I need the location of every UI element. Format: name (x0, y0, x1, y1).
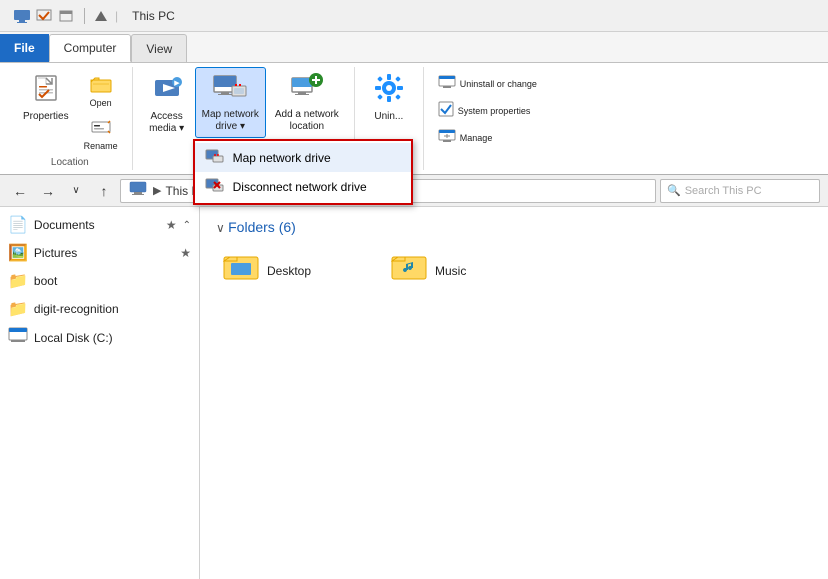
monitor-quick-icon[interactable] (12, 6, 32, 26)
desktop-folder-label: Desktop (267, 264, 311, 278)
properties-button[interactable]: Properties (16, 67, 76, 155)
map-drive-menu-icon (205, 148, 225, 167)
tab-view[interactable]: View (131, 34, 187, 62)
tab-computer[interactable]: Computer (49, 34, 132, 62)
system-info-icon (438, 101, 454, 120)
sidebar-item-local-disk[interactable]: Local Disk (C:) (0, 323, 199, 352)
music-folder-icon (391, 252, 427, 289)
window-title: This PC (132, 9, 175, 23)
ribbon-tabs: File Computer View (0, 32, 828, 62)
down-button[interactable]: ∨ (64, 179, 88, 203)
add-network-label: Add a networklocation (275, 109, 339, 133)
search-icon: 🔍 (667, 184, 681, 197)
access-media-icon: ▶ (151, 72, 183, 109)
documents-expand: ⌃ (183, 220, 191, 231)
tab-file[interactable]: File (0, 34, 49, 62)
title-bar-icons (8, 6, 109, 26)
map-network-drive-button[interactable]: Map networkdrive ▾ (195, 67, 266, 138)
nav-bar: ← → ∨ ↑ ▶ This PC ▶ 🔍 Search This PC (0, 175, 828, 207)
map-drive-icon (212, 72, 248, 107)
uninstall-icon (438, 75, 456, 92)
ribbon: File Computer View (0, 32, 828, 63)
main-area: 📄 Documents ★ ⌃ 🖼️ Pictures ★ 📁 boot 📁 d… (0, 207, 828, 579)
address-monitor-icon (129, 181, 147, 200)
disconnect-icon (205, 177, 225, 196)
add-network-icon (290, 72, 324, 107)
settings-label: Unin... (374, 111, 403, 123)
open-settings-button[interactable]: Unin... (363, 67, 415, 128)
location-group-label: Location (16, 155, 124, 170)
uninstall-button[interactable]: Uninstall or change (432, 71, 543, 96)
sidebar-item-documents[interactable]: 📄 Documents ★ ⌃ (0, 211, 199, 239)
properties-icon (30, 72, 62, 109)
documents-pin: ★ (166, 218, 177, 232)
open-label: Open (90, 98, 112, 108)
properties-label: Properties (23, 111, 69, 123)
desktop-folder-icon (223, 252, 259, 289)
local-disk-icon (8, 327, 28, 348)
title-bar-separator2: | (115, 9, 118, 23)
open-button[interactable]: Open (78, 71, 124, 112)
map-drive-dropdown: Map network drive Disconnect network dri… (193, 139, 413, 205)
rename-label: Rename (84, 141, 118, 151)
check-quick-icon[interactable] (34, 6, 54, 26)
music-folder-label: Music (435, 264, 466, 278)
title-bar: | This PC (0, 0, 828, 32)
folder-music[interactable]: Music (384, 247, 544, 294)
up-button[interactable]: ↑ (92, 179, 116, 203)
sidebar-item-boot[interactable]: 📁 boot (0, 267, 199, 295)
disconnect-network-drive-item[interactable]: Disconnect network drive (195, 172, 411, 201)
map-drive-label: Map networkdrive ▾ (202, 109, 259, 133)
ribbon-content: Properties Open (0, 63, 828, 175)
digit-icon: 📁 (8, 299, 28, 319)
disconnect-menu-label: Disconnect network drive (233, 180, 367, 194)
sidebar-item-pictures[interactable]: 🖼️ Pictures ★ (0, 239, 199, 267)
content-pane: ∨ Folders (6) Desktop (200, 207, 828, 579)
address-separator: ▶ (153, 184, 161, 197)
pictures-pin: ★ (180, 246, 191, 260)
ribbon-group-location: Properties Open (8, 67, 133, 170)
folder-desktop[interactable]: Desktop (216, 247, 376, 294)
ribbon-group-network: ▶ Accessmedia ▾ (133, 67, 355, 170)
manage-button[interactable]: Manage (432, 125, 543, 150)
map-drive-menu-label: Map network drive (233, 151, 331, 165)
map-network-drive-item[interactable]: Map network drive (195, 143, 411, 172)
folders-section-title: ∨ Folders (6) (216, 219, 812, 235)
svg-text:▶: ▶ (174, 80, 180, 87)
customize-icon[interactable] (93, 9, 109, 23)
system-info-button[interactable]: System properties (432, 97, 543, 124)
search-box[interactable]: 🔍 Search This PC (660, 179, 820, 203)
settings-icon (373, 72, 405, 109)
back-button[interactable]: ← (8, 179, 32, 203)
add-network-location-button[interactable]: Add a networklocation (268, 67, 346, 138)
system-info-label: System properties (458, 106, 531, 116)
title-separator (84, 8, 85, 24)
rename-button[interactable]: Rename (78, 114, 124, 155)
manage-label: Manage (460, 133, 493, 143)
sidebar: 📄 Documents ★ ⌃ 🖼️ Pictures ★ 📁 boot 📁 d… (0, 207, 200, 579)
access-media-label: Accessmedia ▾ (149, 111, 184, 135)
sidebar-item-digit[interactable]: 📁 digit-recognition (0, 295, 199, 323)
open-icon (90, 75, 112, 98)
boot-icon: 📁 (8, 271, 28, 291)
rename-icon (90, 118, 112, 141)
ribbon-group-system: Uninstall or change System properties (424, 67, 551, 170)
forward-button[interactable]: → (36, 179, 60, 203)
pictures-icon: 🖼️ (8, 243, 28, 263)
quick-access-area (12, 6, 76, 26)
documents-icon: 📄 (8, 215, 28, 235)
window-quick-icon[interactable] (56, 6, 76, 26)
folders-grid: Desktop Music (216, 247, 812, 294)
uninstall-label: Uninstall or change (460, 79, 537, 89)
access-media-button[interactable]: ▶ Accessmedia ▾ (141, 67, 193, 140)
manage-icon (438, 129, 456, 146)
